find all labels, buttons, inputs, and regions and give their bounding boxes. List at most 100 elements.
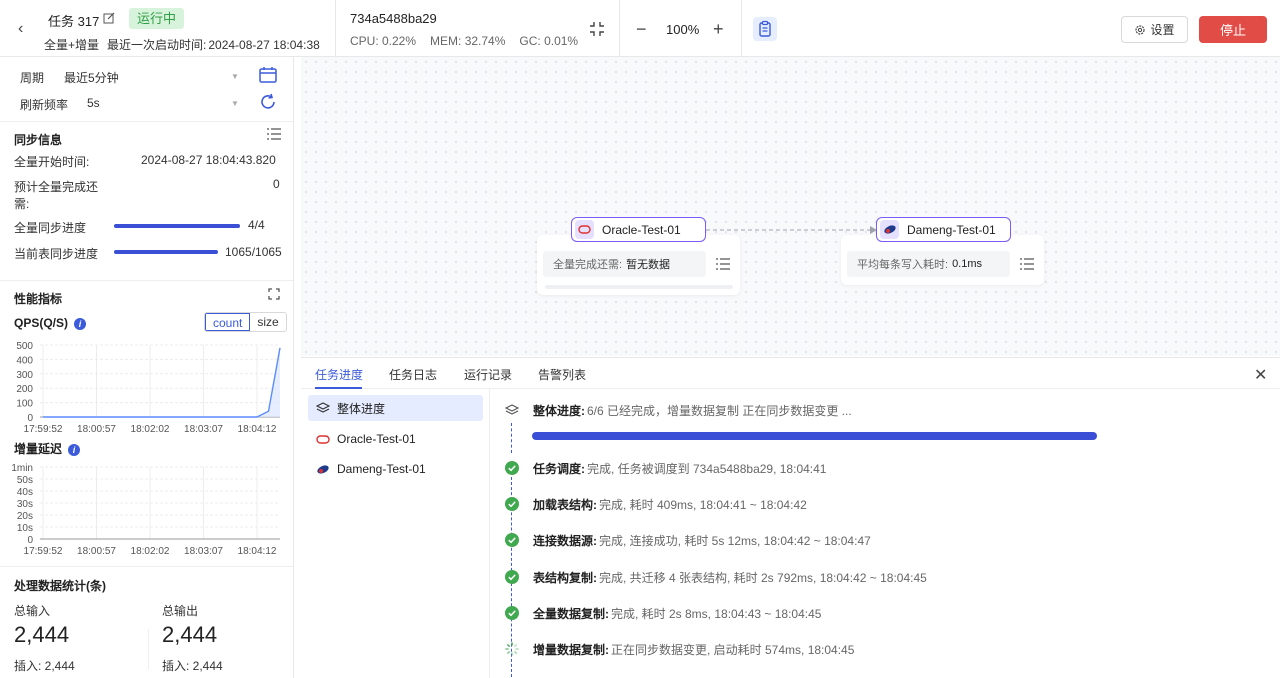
stop-button[interactable]: 停止 <box>1199 16 1267 43</box>
mem-metric: MEM: 32.74% <box>430 34 506 48</box>
y-tick-label: 40s <box>17 487 33 498</box>
check-circle-icon <box>505 461 519 475</box>
y-tick-label: 200 <box>16 384 33 395</box>
tab-alerts[interactable]: 告警列表 <box>538 366 586 383</box>
eta-value: 0 <box>273 177 280 191</box>
list-icon[interactable] <box>716 258 730 270</box>
refresh-icon[interactable] <box>259 93 277 111</box>
x-tick-label: 17:59:52 <box>24 424 63 435</box>
list-icon[interactable] <box>267 128 281 140</box>
settings-button[interactable]: 设置 <box>1121 16 1188 43</box>
list-icon[interactable] <box>1020 258 1034 270</box>
area-fill <box>43 347 280 417</box>
side-item-oracle[interactable]: Oracle-Test-01 <box>308 426 483 452</box>
total-out-label: 总输出 <box>162 604 199 618</box>
info-icon[interactable]: i <box>74 317 87 330</box>
settings-label: 设置 <box>1150 23 1175 37</box>
y-tick-label: 30s <box>17 499 33 510</box>
edit-icon[interactable] <box>103 12 115 24</box>
eta-label: 预计全量完成还 <box>14 180 99 194</box>
refresh-select[interactable]: 5s <box>87 96 100 110</box>
overall-desc: 6/6 已经完成，增量数据复制 正在同步数据变更 ... <box>587 403 852 418</box>
task-header: ‹ 任务 317 运行中 全量+增量 最近一次启动时间: 2024-08-27 18… <box>0 0 1280 57</box>
collapse-icon[interactable] <box>589 21 605 37</box>
size-toggle[interactable]: size <box>250 313 285 331</box>
step-title: 全量数据复制: <box>533 606 609 621</box>
progress-steps: 整体进度: 6/6 已经完成，增量数据复制 正在同步数据变更 ... 任务调度: 完… <box>499 389 1269 678</box>
layers-icon <box>505 403 519 417</box>
refresh-label: 刷新频率 <box>20 98 69 112</box>
step-desc: 完成, 任务被调度到 734a5488ba29, 18:04:41 <box>587 461 827 476</box>
detail-tabs: 任务进度 任务日志 运行记录 告警列表 ✕ <box>301 358 1280 389</box>
side-item-label: 整体进度 <box>337 401 386 416</box>
insert-in: 插入: 2,444 <box>14 659 75 673</box>
step-schedule: 任务调度: 完成, 任务被调度到 734a5488ba29, 18:04:41 <box>499 458 826 478</box>
overall-step: 整体进度: 6/6 已经完成，增量数据复制 正在同步数据变更 ... <box>499 400 852 420</box>
insert-out: 插入: 2,444 <box>162 659 223 673</box>
header-divider <box>335 0 336 56</box>
source-progress-bar <box>545 285 733 289</box>
tab-progress[interactable]: 任务进度 <box>315 366 363 383</box>
status-badge: 运行中 <box>129 8 185 29</box>
x-tick-label: 17:59:52 <box>24 546 63 557</box>
clipboard-icon <box>759 20 771 37</box>
metrics-sidebar: 周期 最近5分钟 ▼ 刷新频率 5s ▼ 同步信息 全量开始时间: 2024-0… <box>0 57 294 678</box>
full-progress-label: 全量同步进度 <box>14 221 87 235</box>
step-full-copy: 全量数据复制: 完成, 耗时 2s 8ms, 18:04:43 ~ 18:04:4… <box>499 603 821 623</box>
period-select[interactable]: 最近5分钟 <box>64 69 119 86</box>
step-desc: 完成, 耗时 409ms, 18:04:41 ~ 18:04:42 <box>599 497 807 512</box>
loading-spinner-icon <box>505 642 519 656</box>
check-circle-icon <box>505 570 519 584</box>
target-stat-value: 0.1ms <box>952 258 983 270</box>
close-icon[interactable]: ✕ <box>1254 365 1267 385</box>
toolbar-divider <box>619 0 620 56</box>
tab-run-history[interactable]: 运行记录 <box>464 366 512 383</box>
info-icon[interactable]: i <box>68 443 81 456</box>
y-tick-label: 10s <box>17 523 33 534</box>
divider <box>0 566 293 567</box>
qps-label: QPS(Q/S) i <box>14 316 87 330</box>
zoom-out-button[interactable]: − <box>636 20 647 38</box>
side-item-dameng[interactable]: Dameng-Test-01 <box>308 456 483 482</box>
series-line <box>43 347 281 418</box>
source-stat: 全量完成还需: 暂无数据 <box>543 251 706 277</box>
last-start-label: 最近一次启动时间: <box>107 38 207 52</box>
check-circle-icon <box>505 533 519 547</box>
y-tick-label: 50s <box>17 475 33 486</box>
back-icon[interactable]: ‹ <box>18 20 32 38</box>
calendar-icon[interactable] <box>259 66 277 83</box>
step-schema-copy: 表结构复制: 完成, 共迁移 4 张表结构, 耗时 2s 792ms, 18:04… <box>499 567 927 587</box>
side-item-overall[interactable]: 整体进度 <box>308 395 483 421</box>
step-title: 加载表结构: <box>533 497 597 512</box>
count-toggle[interactable]: count <box>205 313 251 331</box>
source-node-name: Oracle-Test-01 <box>602 222 681 237</box>
sync-info-title: 同步信息 <box>14 133 63 147</box>
source-node[interactable]: Oracle-Test-01 <box>571 217 706 242</box>
zoom-in-button[interactable]: + <box>713 20 724 38</box>
step-desc: 完成, 共迁移 4 张表结构, 耗时 2s 792ms, 18:04:42 ~ … <box>599 570 927 585</box>
check-circle-icon <box>505 497 519 511</box>
y-tick-label: 100 <box>16 399 33 410</box>
task-subtitle: 全量+增量 最近一次启动时间: 2024-08-27 18:04:38 <box>44 36 328 53</box>
side-item-label: Dameng-Test-01 <box>337 462 426 476</box>
target-node[interactable]: Dameng-Test-01 <box>876 217 1011 242</box>
clipboard-button[interactable] <box>753 17 777 41</box>
expand-icon[interactable] <box>268 288 280 300</box>
full-progress-bar <box>114 224 240 228</box>
dag-canvas[interactable]: Oracle-Test-01 全量完成还需: 暂无数据 Dameng-Test-0… <box>301 57 1280 356</box>
total-in-label: 总输入 <box>14 604 51 618</box>
y-tick-label: 500 <box>16 341 33 352</box>
qps-label-text: QPS(Q/S) <box>14 316 69 330</box>
full-start-value: 2024-08-27 18:04:43.820 <box>141 153 276 167</box>
step-title: 任务调度: <box>533 461 585 476</box>
tab-logs[interactable]: 任务日志 <box>389 366 437 383</box>
step-load-schema: 加载表结构: 完成, 耗时 409ms, 18:04:41 ~ 18:04:42 <box>499 494 807 514</box>
x-tick-label: 18:00:57 <box>77 424 116 435</box>
full-progress-fill <box>114 224 240 228</box>
step-desc: 完成, 连接成功, 耗时 5s 12ms, 18:04:42 ~ 18:04:4… <box>599 533 871 548</box>
oracle-icon <box>575 220 594 239</box>
step-title: 表结构复制: <box>533 570 597 585</box>
target-node-name: Dameng-Test-01 <box>907 222 996 237</box>
eta-label-2: 需: <box>14 197 30 211</box>
timeline-connector <box>511 423 512 453</box>
